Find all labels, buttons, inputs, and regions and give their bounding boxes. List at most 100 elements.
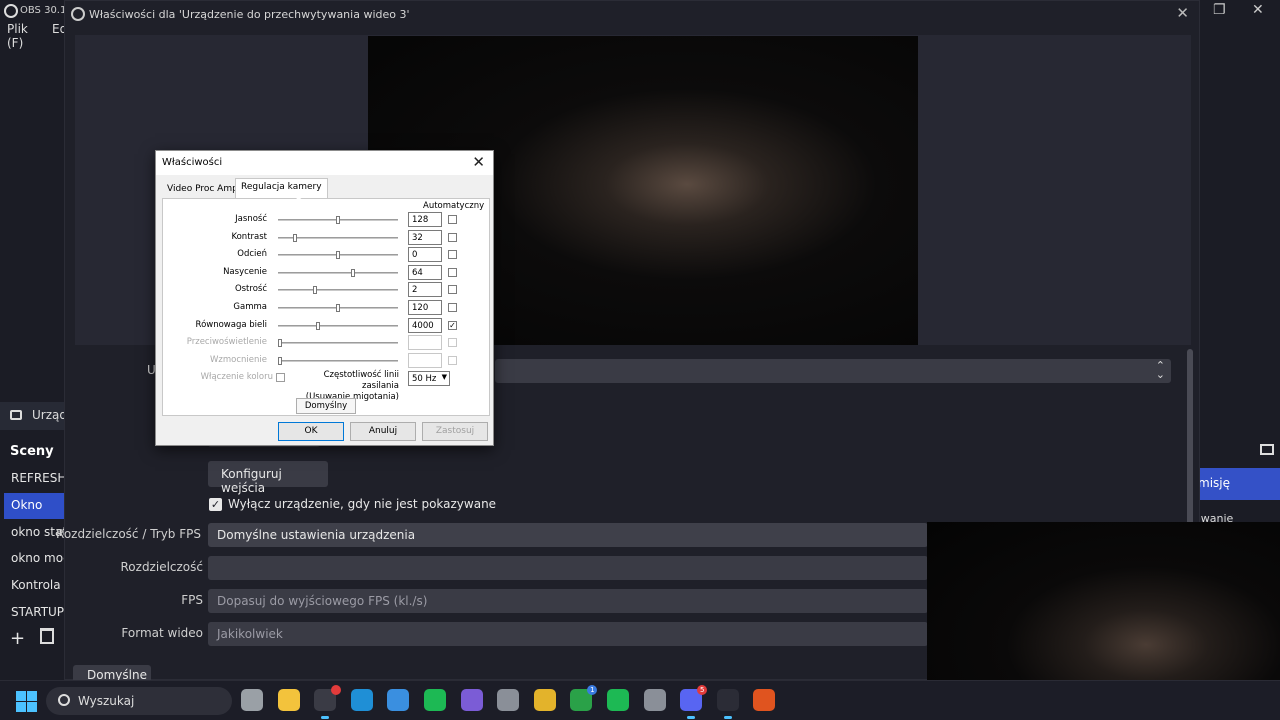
slider-thumb[interactable] <box>336 216 340 224</box>
slider-thumb[interactable] <box>293 233 298 242</box>
store-icon[interactable] <box>387 689 410 711</box>
res-fps-label: Rozdzielczość / Tryb FPS <box>56 527 201 541</box>
tab-video-proc-amp[interactable]: Video Proc Amp <box>162 181 243 199</box>
auto-checkbox[interactable] <box>448 232 457 242</box>
scene-item-active[interactable]: Okno <box>4 493 66 519</box>
app-a-icon[interactable] <box>716 689 739 719</box>
scenes-panel: Sceny REFRESH Okno okno statk okno mock … <box>0 438 66 658</box>
close-icon[interactable]: ✕ <box>1252 2 1264 18</box>
start-stream-button[interactable]: misję <box>1186 468 1280 500</box>
trash-icon[interactable] <box>40 628 54 644</box>
spotify-2-icon[interactable] <box>607 689 629 711</box>
scenes-header: Sceny <box>10 444 54 459</box>
obs-logo-icon <box>4 4 18 18</box>
device-select[interactable]: ⌃ ⌄ <box>495 359 1171 383</box>
close-icon[interactable]: ✕ <box>472 153 485 171</box>
property-value[interactable]: 0 <box>408 247 442 263</box>
res-fps-select[interactable]: Domyślne ustawienia urządzenia <box>208 523 928 547</box>
auto-checkbox[interactable] <box>448 303 457 312</box>
app-gray-icon[interactable] <box>497 689 520 711</box>
tab-camera-control[interactable]: Regulacja kamery <box>235 178 328 199</box>
slider-thumb[interactable] <box>351 268 356 277</box>
camera-properties-dialog: Właściwości ✕ Video Proc Amp Regulacja k… <box>155 150 494 446</box>
auto-checkbox[interactable]: ✓ <box>448 320 457 330</box>
slider-thumb[interactable] <box>316 321 321 330</box>
app-purple-icon[interactable] <box>460 689 483 711</box>
powerline-select[interactable]: 50 Hz ▼ <box>408 371 450 386</box>
search-box[interactable]: Wyszukaj <box>46 687 232 715</box>
search-placeholder: Wyszukaj <box>78 694 135 708</box>
slider-thumb <box>278 356 282 365</box>
properties-titlebar: Właściwości dla 'Urządzenie do przechwyt… <box>65 1 1199 27</box>
auto-checkbox[interactable] <box>448 215 457 224</box>
property-slider[interactable] <box>278 233 398 242</box>
updown-icon: ⌃ ⌄ <box>1155 359 1165 381</box>
close-icon[interactable]: ✕ <box>1176 4 1189 22</box>
resolution-field[interactable] <box>208 556 928 580</box>
start-button[interactable] <box>16 691 38 713</box>
windows-logo-icon <box>27 691 37 701</box>
task-view-icon[interactable] <box>241 689 263 711</box>
property-value[interactable]: 120 <box>408 300 442 315</box>
property-value[interactable]: 2 <box>408 282 442 298</box>
deactivate-checkbox[interactable]: ✓ <box>209 498 222 511</box>
cancel-button[interactable]: Anuluj <box>350 422 416 441</box>
fps-field[interactable]: Dopasuj do wyjściowego FPS (kl./s) <box>208 589 928 613</box>
dropdown-arrow-icon: ▼ <box>441 373 447 381</box>
settings-icon[interactable] <box>643 689 666 711</box>
property-slider[interactable] <box>278 304 398 312</box>
ok-button[interactable]: OK <box>278 422 344 441</box>
menu-file[interactable]: Plik (F) <box>7 22 28 50</box>
source-item[interactable]: Urządz <box>0 402 66 430</box>
property-label: Ostrość <box>234 284 267 295</box>
notification-badge <box>331 685 342 695</box>
property-slider[interactable] <box>278 251 398 260</box>
resolution-label: Rozdzielczość <box>120 560 204 574</box>
default-button[interactable]: Domyślny <box>296 398 356 414</box>
property-slider[interactable] <box>278 321 398 330</box>
property-label: Wzmocnienie <box>210 354 267 365</box>
powerline-label-line1: Częstotliwość linii zasilania <box>323 370 399 391</box>
auto-checkbox[interactable] <box>448 285 457 295</box>
video-format-field[interactable]: Jakikolwiek <box>208 622 928 646</box>
auto-header: Automatyczny <box>423 201 485 211</box>
spotify-icon[interactable] <box>424 689 446 711</box>
property-value[interactable]: 32 <box>408 229 442 245</box>
scene-item[interactable]: STARTUP <box>4 600 66 626</box>
property-slider[interactable] <box>278 216 398 224</box>
slider-thumb[interactable] <box>336 251 340 260</box>
dock-icon[interactable] <box>1260 444 1274 455</box>
property-slider <box>278 356 398 365</box>
scrollbar[interactable] <box>1187 349 1193 525</box>
slider-thumb[interactable] <box>336 304 340 312</box>
scene-item[interactable]: Kontrola <box>4 573 66 599</box>
obs-icon[interactable] <box>314 685 342 719</box>
property-value[interactable]: 128 <box>408 212 442 227</box>
scene-item[interactable]: REFRESH <box>4 466 66 492</box>
property-slider <box>278 339 398 348</box>
dialog-titlebar: Właściwości ✕ <box>156 151 493 175</box>
discord-icon[interactable]: 5 <box>680 685 708 719</box>
property-value <box>408 352 442 368</box>
scene-item[interactable]: okno mock <box>4 546 66 572</box>
apply-button[interactable]: Zastosuj <box>422 422 488 441</box>
configure-input-button[interactable]: Konfiguruj wejścia <box>208 461 328 495</box>
property-label: Przeciwoświetlenie <box>186 337 267 348</box>
property-value[interactable]: 64 <box>408 264 442 280</box>
property-slider[interactable] <box>278 268 398 277</box>
windows-logo-icon <box>27 702 37 712</box>
property-slider[interactable] <box>278 286 398 295</box>
restore-icon[interactable]: ❐ <box>1213 2 1226 18</box>
add-scene-icon[interactable]: + <box>10 628 25 649</box>
brave-icon[interactable] <box>753 689 776 711</box>
xbox-icon[interactable]: 1 <box>570 685 598 711</box>
slider-thumb[interactable] <box>312 286 317 295</box>
file-explorer-icon[interactable] <box>277 689 300 711</box>
chrome-icon[interactable] <box>533 689 556 711</box>
property-label: Równowaga bieli <box>195 319 267 330</box>
auto-checkbox[interactable] <box>448 267 457 277</box>
edge-icon[interactable] <box>350 689 373 711</box>
property-label: Gamma <box>233 302 267 312</box>
auto-checkbox[interactable] <box>448 250 457 260</box>
property-value[interactable]: 4000 <box>408 317 442 333</box>
